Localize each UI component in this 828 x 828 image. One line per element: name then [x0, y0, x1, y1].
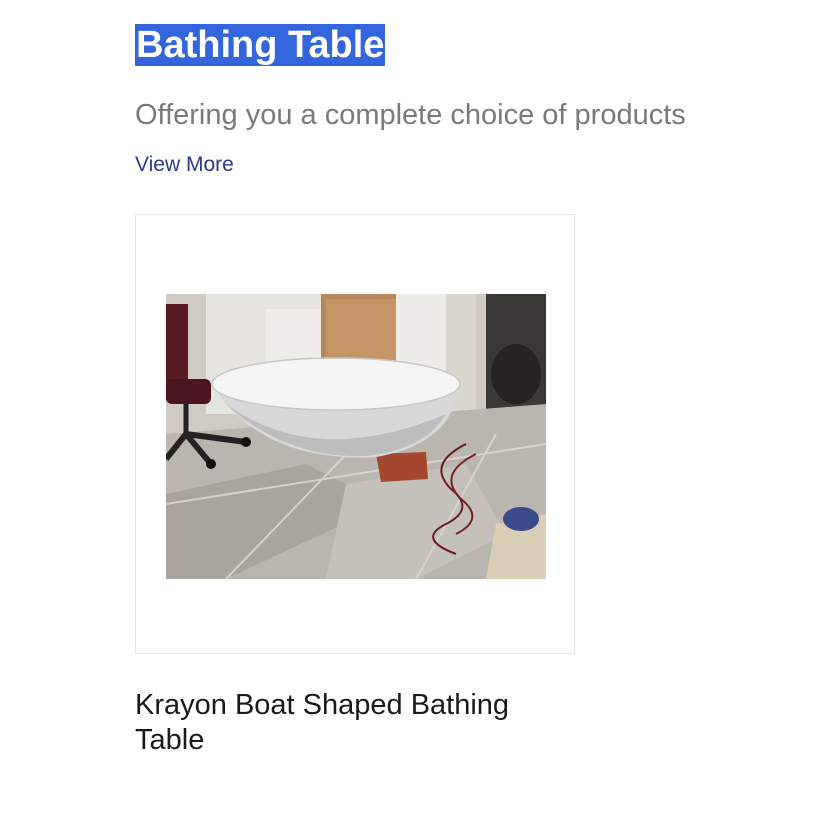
section-title-text: Bathing Table — [135, 24, 386, 66]
section-subtitle: Offering you a complete choice of produc… — [135, 99, 686, 131]
product-title[interactable]: Krayon Boat Shaped Bathing Table — [135, 688, 575, 758]
product-image[interactable] — [166, 294, 546, 579]
view-more-link[interactable]: View More — [135, 152, 234, 178]
product-card[interactable] — [135, 214, 575, 654]
product-photo-graphic — [166, 294, 546, 579]
section-title: Bathing Table — [135, 20, 386, 70]
